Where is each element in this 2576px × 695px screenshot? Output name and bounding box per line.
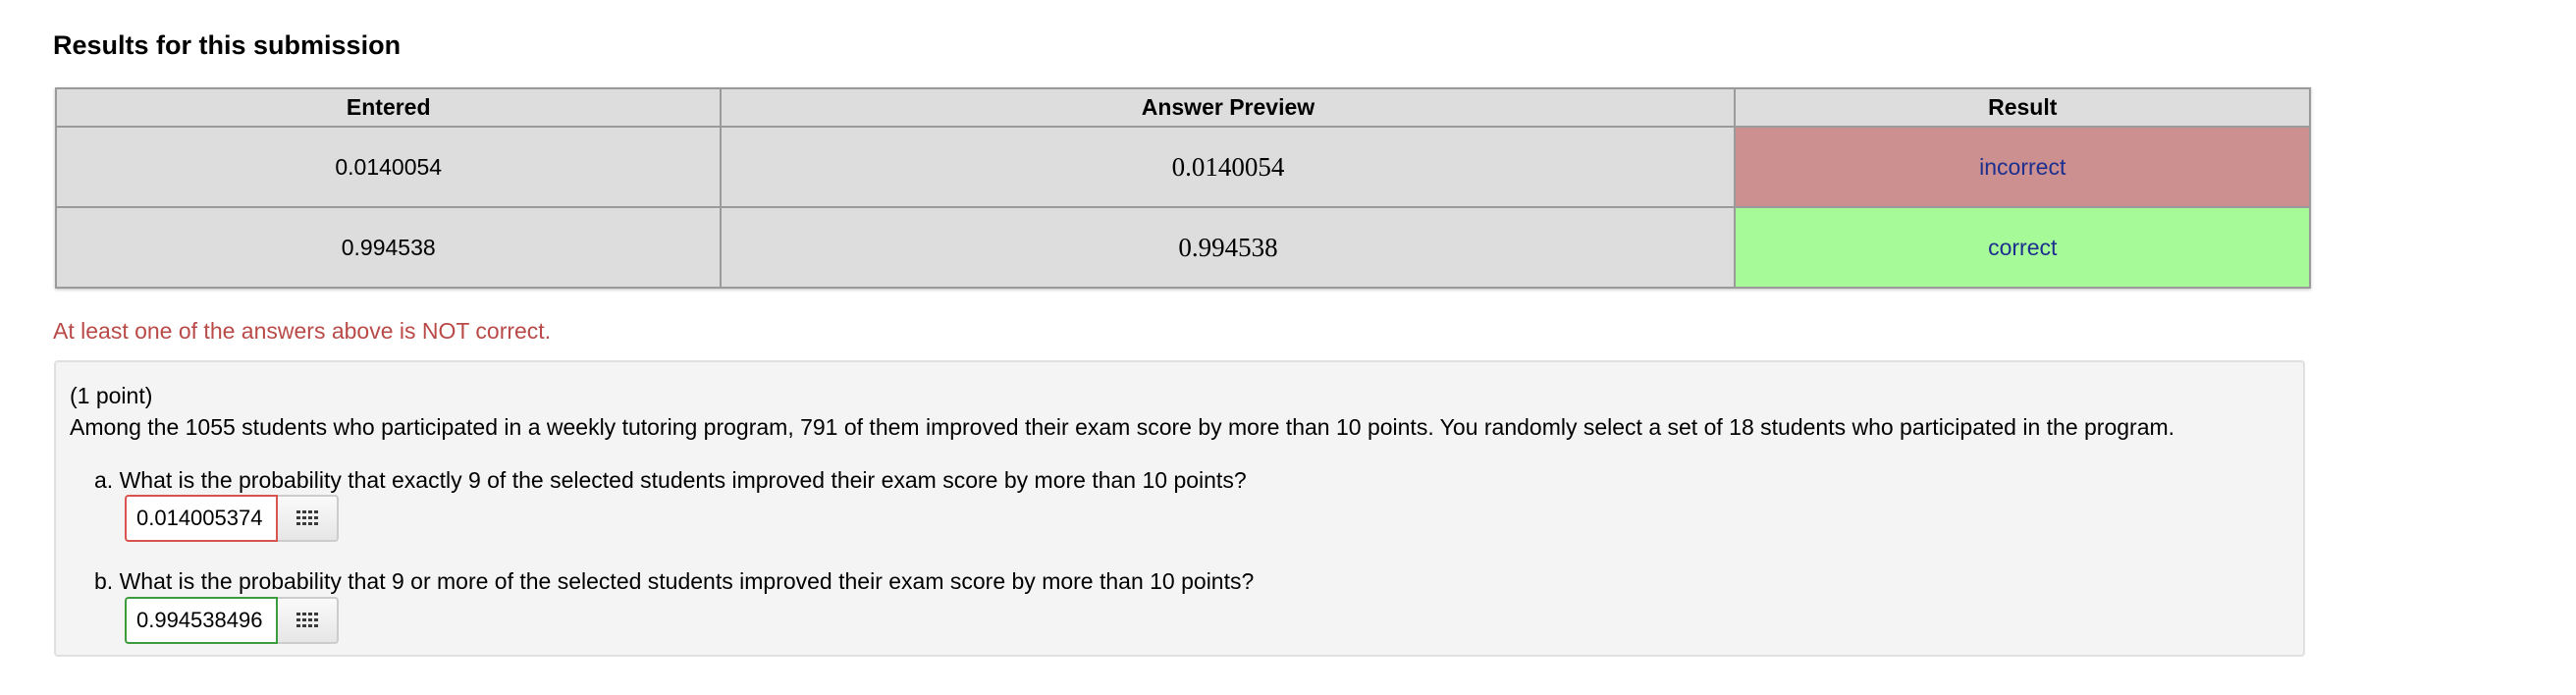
entered-cell: 0.994538 — [54, 206, 723, 289]
part-a-answer-group — [125, 495, 339, 542]
problem-points: (1 point) — [70, 383, 153, 408]
part-b-question: b. What is the probability that 9 or mor… — [94, 568, 1255, 594]
part-b-equation-palette-button[interactable] — [278, 597, 339, 644]
part-a-question: a. What is the probability that exactly … — [94, 467, 1247, 493]
answer-preview-cell: 0.994538 — [720, 206, 1737, 289]
results-table: Entered Answer Preview Result 0.0140054 … — [54, 87, 2311, 289]
results-heading: Results for this submission — [53, 30, 402, 60]
result-cell-incorrect: incorrect — [1734, 126, 2311, 208]
part-b-answer-input[interactable] — [125, 597, 278, 644]
part-a-answer-input[interactable] — [125, 495, 278, 542]
part-b-answer-group — [125, 597, 339, 644]
grid-icon — [296, 613, 318, 627]
table-row: 0.0140054 0.0140054 incorrect — [54, 126, 2311, 208]
part-a-equation-palette-button[interactable] — [278, 495, 339, 542]
header-entered: Entered — [54, 87, 723, 128]
problem-container: (1 point) Among the 1055 students who pa… — [54, 360, 2305, 657]
table-header-row: Entered Answer Preview Result — [54, 87, 2311, 128]
grid-icon — [296, 510, 318, 525]
answer-preview-cell: 0.0140054 — [720, 126, 1737, 208]
warning-message: At least one of the answers above is NOT… — [53, 318, 552, 344]
problem-statement: Among the 1055 students who participated… — [70, 414, 2175, 440]
header-answer-preview: Answer Preview — [720, 87, 1737, 128]
header-result: Result — [1734, 87, 2311, 128]
result-cell-correct: correct — [1734, 206, 2311, 289]
table-row: 0.994538 0.994538 correct — [54, 206, 2311, 289]
entered-cell: 0.0140054 — [54, 126, 723, 208]
